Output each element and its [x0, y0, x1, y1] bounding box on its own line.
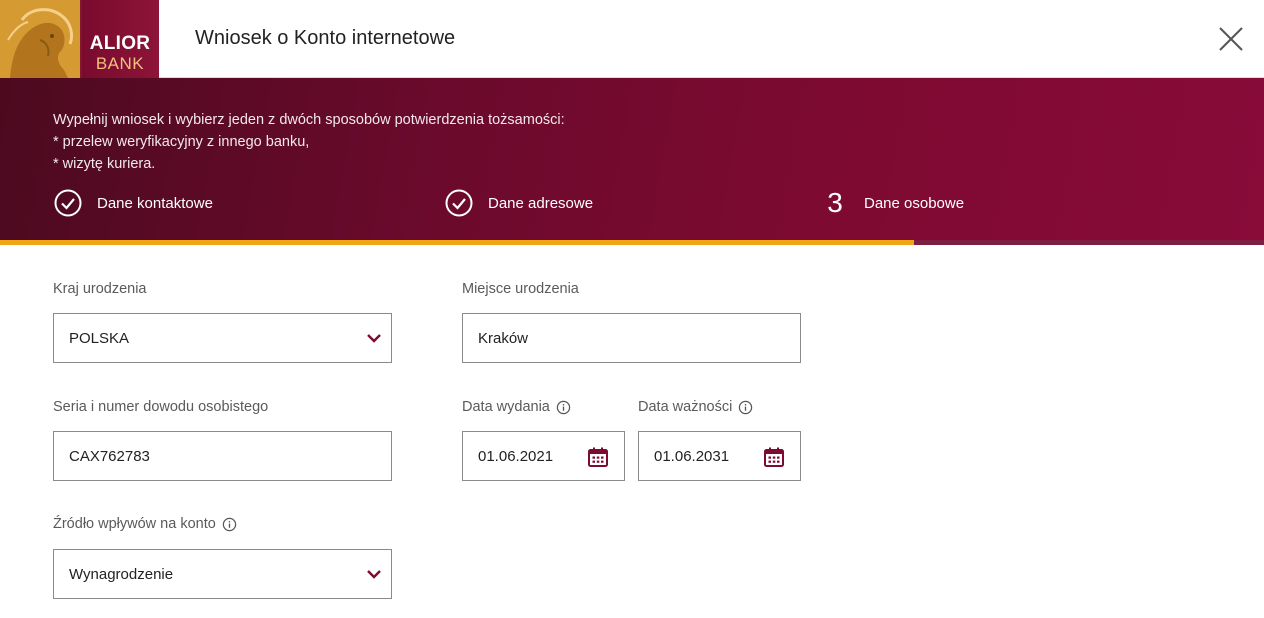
- intro-line: * przelew weryfikacyjny z innego banku,: [53, 134, 310, 150]
- step-label: Dane adresowe: [488, 194, 594, 212]
- birth-place-value: Kraków: [478, 329, 529, 347]
- info-icon[interactable]: [556, 400, 571, 415]
- info-icon[interactable]: [738, 400, 753, 415]
- logo-text-alior: ALIOR: [89, 33, 151, 54]
- steps-banner: Wypełnij wniosek i wybierz jeden z dwóch…: [0, 78, 1264, 245]
- chevron-down-icon: [367, 334, 381, 343]
- calendar-icon[interactable]: [763, 446, 785, 468]
- check-circle-icon: [444, 188, 474, 218]
- alior-bank-logo: ALIOR BANK: [0, 0, 159, 78]
- intro-text: Wypełnij wniosek i wybierz jeden z dwóch…: [53, 109, 565, 175]
- income-source-label-text: Źródło wpływów na konto: [53, 516, 216, 532]
- step-address-data: Dane adresowe: [444, 188, 593, 218]
- info-icon[interactable]: [222, 517, 237, 532]
- page-title: Wniosek o Konto internetowe: [195, 27, 456, 49]
- step-number: 3: [827, 187, 843, 218]
- issue-date-label-text: Data wydania: [462, 399, 550, 415]
- id-number-value: CAX762783: [69, 447, 150, 465]
- income-source-value: Wynagrodzenie: [69, 565, 174, 583]
- birth-country-value: POLSKA: [69, 329, 130, 347]
- step-label: Dane osobowe: [864, 194, 965, 212]
- birth-country-label: Kraj urodzenia: [53, 281, 147, 297]
- close-button[interactable]: [1216, 24, 1246, 54]
- intro-line: * wizytę kuriera.: [53, 156, 156, 172]
- check-circle-icon: [53, 188, 83, 218]
- issue-date-input[interactable]: 01.06.2021: [462, 431, 625, 481]
- expiry-date-label: Data ważności: [638, 399, 753, 415]
- logo-text-bank: BANK: [95, 54, 145, 73]
- issue-date-label: Data wydania: [462, 399, 571, 415]
- income-source-select[interactable]: Wynagrodzenie: [53, 549, 392, 599]
- step-personal-data: 3 Dane osobowe: [820, 187, 965, 218]
- step-contact-data: Dane kontaktowe: [53, 188, 213, 218]
- birth-country-select[interactable]: POLSKA: [53, 313, 392, 363]
- id-number-label: Seria i numer dowodu osobistego: [53, 399, 269, 415]
- expiry-date-input[interactable]: 01.06.2031: [638, 431, 801, 481]
- income-source-label: Źródło wpływów na konto: [53, 516, 237, 532]
- birth-place-input[interactable]: Kraków: [462, 313, 801, 363]
- intro-line: Wypełnij wniosek i wybierz jeden z dwóch…: [53, 112, 565, 128]
- chevron-down-icon: [367, 570, 381, 579]
- step-label: Dane kontaktowe: [97, 194, 213, 212]
- id-number-input[interactable]: CAX762783: [53, 431, 392, 481]
- calendar-icon[interactable]: [587, 446, 609, 468]
- header: ALIOR BANK Wniosek o Konto internetowe: [0, 0, 1264, 78]
- birth-place-label: Miejsce urodzenia: [462, 281, 579, 297]
- progress-bar: [0, 240, 914, 245]
- logo-face-icon: [0, 0, 80, 78]
- close-icon: [1219, 27, 1243, 51]
- expiry-date-label-text: Data ważności: [638, 399, 733, 415]
